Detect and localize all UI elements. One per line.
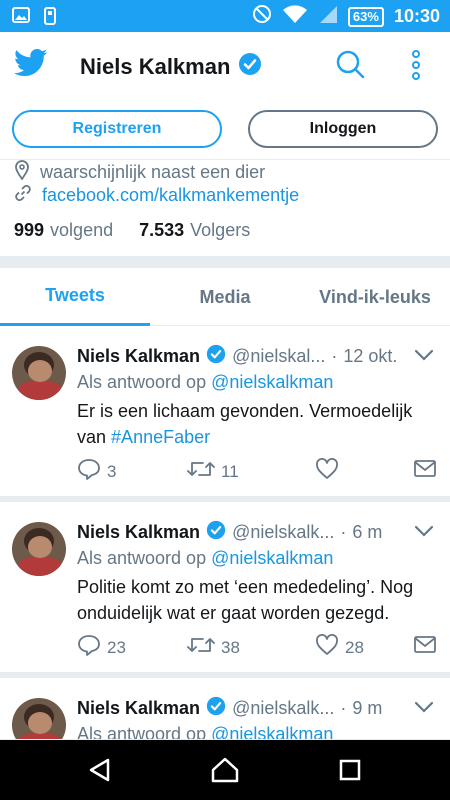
- like-button[interactable]: 28: [315, 634, 364, 661]
- tweet-text: Politie komt zo met ‘een mededeling’. No…: [77, 577, 414, 623]
- heart-icon: [315, 458, 339, 485]
- envelope-icon: [413, 634, 437, 659]
- chevron-down-icon[interactable]: [414, 700, 434, 719]
- link-icon: [14, 184, 32, 207]
- chevron-down-icon[interactable]: [414, 524, 434, 543]
- twitter-bird-icon[interactable]: [13, 48, 48, 83]
- tweet-actions: 23 38 28: [77, 634, 439, 660]
- reply-mention[interactable]: @nielskalkman: [211, 548, 333, 568]
- login-button[interactable]: Inloggen: [248, 110, 438, 148]
- separator-dot: ·: [331, 346, 338, 366]
- tweet-item[interactable]: Niels Kalkman @nielskalk... · 9 m Als an…: [0, 678, 450, 740]
- status-bar: 63% 10:30: [0, 0, 450, 32]
- tab-tweets[interactable]: Tweets: [0, 268, 150, 326]
- reply-count: 3: [107, 461, 117, 481]
- website-link[interactable]: facebook.com/kalkmankementje: [42, 185, 299, 206]
- profile-location: waarschijnlijk naast een dier: [14, 160, 265, 185]
- retweet-button[interactable]: 38: [187, 634, 240, 661]
- avatar[interactable]: [12, 346, 66, 400]
- reply-context: Als antwoord op @nielskalkman: [77, 372, 334, 392]
- avatar[interactable]: [12, 698, 66, 739]
- tweet-item[interactable]: Niels Kalkman @nielskalk... · 6 m Als an…: [0, 502, 450, 678]
- followers-count[interactable]: 7.533 Volgers: [139, 220, 250, 241]
- profile-website: facebook.com/kalkmankementje: [14, 184, 299, 207]
- envelope-icon: [413, 458, 437, 483]
- location-text: waarschijnlijk naast een dier: [40, 162, 266, 182]
- direct-message-button[interactable]: [413, 634, 437, 659]
- tweet-author-name[interactable]: Niels Kalkman: [77, 346, 200, 367]
- wifi-icon: [282, 4, 308, 29]
- verified-icon: [206, 344, 226, 369]
- app-header: Niels Kalkman: [0, 32, 450, 98]
- do-not-disturb-icon: [252, 4, 272, 29]
- search-icon[interactable]: [334, 48, 366, 85]
- tweet-timestamp[interactable]: 6 m: [352, 522, 382, 543]
- reply-button[interactable]: 23: [77, 634, 126, 661]
- retweet-count: 38: [221, 637, 240, 657]
- battery-icon: 63%: [347, 6, 384, 27]
- verified-icon: [238, 52, 262, 82]
- auth-actions: Registreren Inloggen: [0, 98, 450, 160]
- image-icon: [12, 7, 30, 30]
- profile-name: Niels Kalkman: [80, 54, 231, 79]
- following-count[interactable]: 999 volgend: [14, 220, 113, 241]
- location-pin-icon: [14, 160, 30, 185]
- home-icon[interactable]: [210, 756, 240, 789]
- reply-count: 23: [107, 637, 126, 657]
- phone-icon: [44, 7, 56, 30]
- retweet-icon: [187, 458, 215, 485]
- retweet-count: 11: [221, 461, 239, 481]
- reply-button[interactable]: 3: [77, 458, 116, 485]
- tweet-text: Er is een lichaam gevonden. Vermoedelijk…: [77, 401, 413, 447]
- retweet-icon: [187, 634, 215, 661]
- reply-context: Als antwoord op @nielskalkman: [77, 724, 333, 739]
- reply-icon: [77, 458, 101, 485]
- back-icon[interactable]: [86, 756, 114, 789]
- avatar[interactable]: [12, 522, 66, 576]
- tab-media[interactable]: Media: [150, 268, 300, 326]
- tweet-actions: 3 11: [77, 458, 439, 484]
- tweet-header: Niels Kalkman @nielskalk... · 9 m: [77, 696, 407, 721]
- clock: 10:30: [393, 6, 440, 26]
- hashtag-link[interactable]: #AnneFaber: [111, 427, 210, 447]
- tweet-author-name[interactable]: Niels Kalkman: [77, 522, 200, 543]
- page-title: Niels Kalkman: [80, 52, 262, 82]
- follow-counts: 999 volgend 7.533 Volgers: [14, 220, 250, 241]
- tweet-author-handle: @nielskalk...: [232, 522, 335, 542]
- more-vertical-icon[interactable]: [410, 50, 422, 85]
- separator-dot: ·: [340, 698, 347, 718]
- tab-likes[interactable]: Vind-ik-leuks: [300, 268, 450, 326]
- tweet-header: Niels Kalkman @nielskal... · 12 okt.: [77, 344, 407, 369]
- separator-dot: ·: [340, 522, 347, 542]
- section-divider: [0, 256, 450, 268]
- like-button[interactable]: [315, 458, 345, 485]
- like-count: 28: [345, 637, 364, 657]
- tweet-timestamp[interactable]: 12 okt.: [343, 346, 397, 367]
- recent-apps-icon[interactable]: [338, 756, 362, 789]
- reply-icon: [77, 634, 101, 661]
- retweet-button[interactable]: 11: [187, 458, 239, 485]
- tweet-author-name[interactable]: Niels Kalkman: [77, 698, 200, 719]
- tweet-author-handle: @nielskal...: [232, 346, 326, 366]
- verified-icon: [206, 696, 226, 721]
- direct-message-button[interactable]: [413, 458, 437, 483]
- system-nav-bar: [0, 740, 450, 800]
- chevron-down-icon[interactable]: [414, 348, 434, 367]
- verified-icon: [206, 520, 226, 545]
- tweet-timestamp[interactable]: 9 m: [352, 698, 382, 719]
- signal-icon: [318, 4, 338, 29]
- reply-mention[interactable]: @nielskalkman: [211, 372, 333, 392]
- heart-icon: [315, 634, 339, 661]
- profile-tabs: Tweets Media Vind-ik-leuks: [0, 268, 450, 326]
- tweet-header: Niels Kalkman @nielskalk... · 6 m: [77, 520, 407, 545]
- tweet-item[interactable]: Niels Kalkman @nielskal... · 12 okt. Als…: [0, 326, 450, 502]
- register-button[interactable]: Registreren: [12, 110, 222, 148]
- reply-context: Als antwoord op @nielskalkman: [77, 548, 334, 568]
- tweet-author-handle: @nielskalk...: [232, 698, 335, 718]
- reply-mention[interactable]: @nielskalkman: [211, 724, 333, 739]
